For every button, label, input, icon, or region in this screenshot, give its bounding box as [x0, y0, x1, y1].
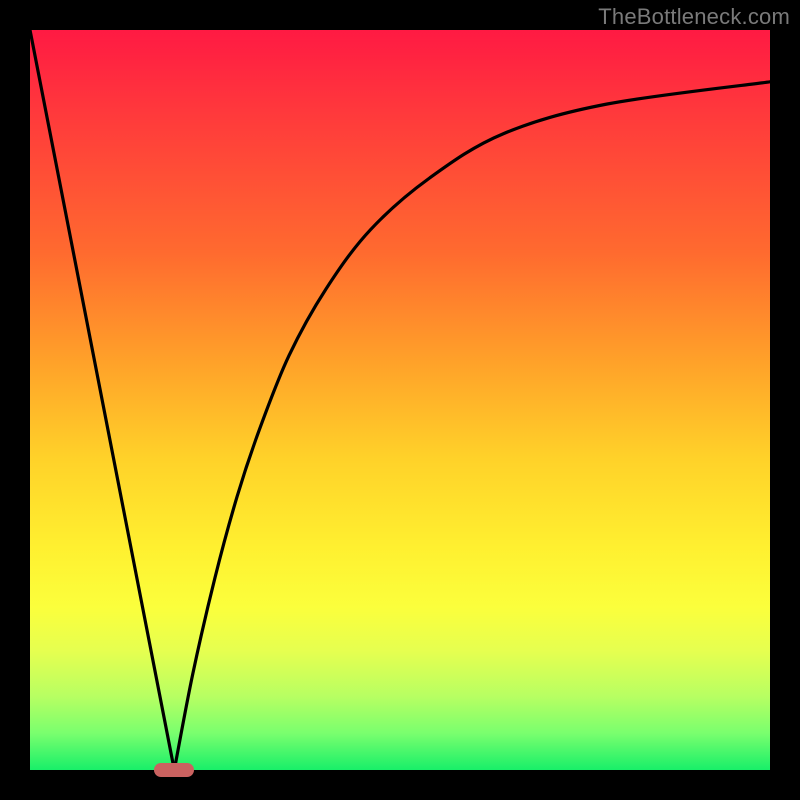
curve-layer [30, 30, 770, 770]
left-line [30, 30, 174, 770]
right-curve [174, 82, 770, 770]
chart-frame: TheBottleneck.com [0, 0, 800, 800]
plot-area [30, 30, 770, 770]
watermark-text: TheBottleneck.com [598, 4, 790, 30]
bottleneck-marker [154, 763, 194, 777]
